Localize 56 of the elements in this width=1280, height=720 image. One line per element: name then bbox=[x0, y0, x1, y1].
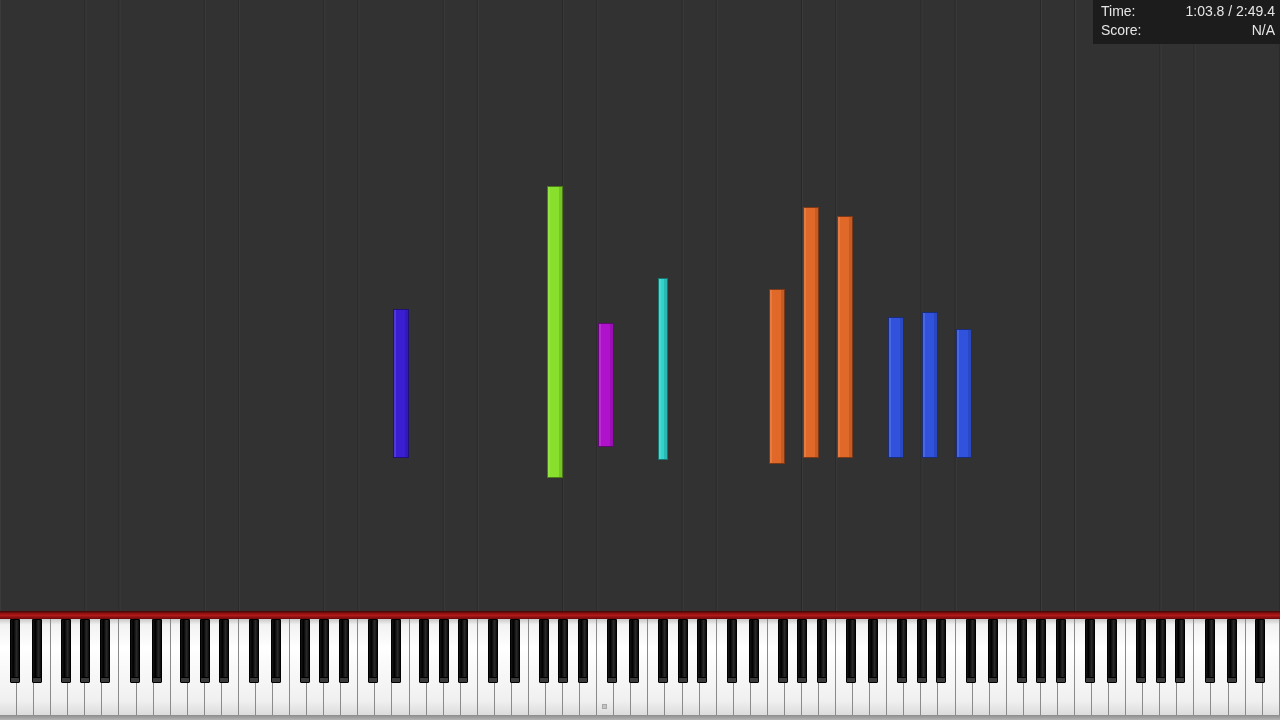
sharp-piano-key bbox=[390, 619, 401, 683]
sharp-piano-key bbox=[338, 619, 349, 683]
sharp-piano-key bbox=[697, 619, 708, 683]
sharp-piano-key bbox=[916, 619, 927, 683]
sharp-piano-key bbox=[271, 619, 282, 683]
sharp-piano-key bbox=[1016, 619, 1027, 683]
sharp-piano-key bbox=[936, 619, 947, 683]
sharp-piano-key bbox=[846, 619, 857, 683]
sharp-piano-key bbox=[319, 619, 330, 683]
sharp-piano-key bbox=[1226, 619, 1237, 683]
sharp-piano-key bbox=[99, 619, 110, 683]
sharp-piano-key bbox=[419, 619, 430, 683]
sharp-piano-key bbox=[897, 619, 908, 683]
sharp-piano-key bbox=[658, 619, 669, 683]
sharp-piano-key bbox=[629, 619, 640, 683]
sharp-piano-key bbox=[129, 619, 140, 683]
sharp-piano-key bbox=[1107, 619, 1118, 683]
sharp-piano-key bbox=[510, 619, 520, 683]
sharp-piano-key bbox=[1204, 619, 1215, 683]
sharp-piano-key bbox=[726, 619, 737, 683]
sharp-piano-key bbox=[1055, 619, 1066, 683]
sharp-piano-key bbox=[10, 619, 21, 683]
sharp-piano-key bbox=[816, 619, 827, 683]
sharp-piano-key bbox=[219, 619, 230, 683]
sharp-piano-key bbox=[1085, 619, 1096, 683]
sharp-piano-key bbox=[868, 619, 879, 683]
sharp-piano-key bbox=[677, 619, 688, 683]
sharp-piano-key bbox=[987, 619, 998, 683]
stat-value: N/A bbox=[1251, 22, 1275, 39]
sharp-piano-key bbox=[32, 619, 43, 683]
sharp-piano-key bbox=[777, 619, 788, 683]
stat-label: Score: bbox=[1101, 22, 1142, 39]
sharp-piano-key bbox=[1036, 619, 1047, 683]
sharp-piano-key bbox=[458, 619, 469, 683]
sharp-piano-key bbox=[965, 619, 976, 683]
sharp-piano-key bbox=[180, 619, 191, 683]
sharp-piano-key bbox=[577, 619, 588, 683]
sharp-piano-key bbox=[199, 619, 210, 683]
sharp-piano-key bbox=[1155, 619, 1166, 683]
sharp-piano-key bbox=[748, 619, 759, 683]
sharp-piano-key bbox=[299, 619, 310, 683]
sharp-piano-key bbox=[558, 619, 569, 683]
sharp-piano-key bbox=[80, 619, 91, 683]
sharp-piano-key bbox=[151, 619, 162, 683]
sharp-piano-key bbox=[1175, 619, 1186, 683]
sharp-piano-key bbox=[487, 619, 498, 683]
sharp-piano-key bbox=[797, 619, 808, 683]
sharp-piano-key bbox=[368, 619, 379, 683]
stat-label: Time: bbox=[1101, 3, 1137, 20]
sharp-piano-key bbox=[60, 619, 71, 683]
sharp-piano-key bbox=[538, 619, 549, 683]
sharp-piano-key bbox=[249, 619, 259, 683]
sharp-piano-key bbox=[1135, 619, 1146, 683]
sharp-piano-key bbox=[438, 619, 449, 683]
sharp-piano-key bbox=[1255, 619, 1266, 683]
stat-value: 1:03.8 / 2:49.4 bbox=[1185, 3, 1275, 20]
